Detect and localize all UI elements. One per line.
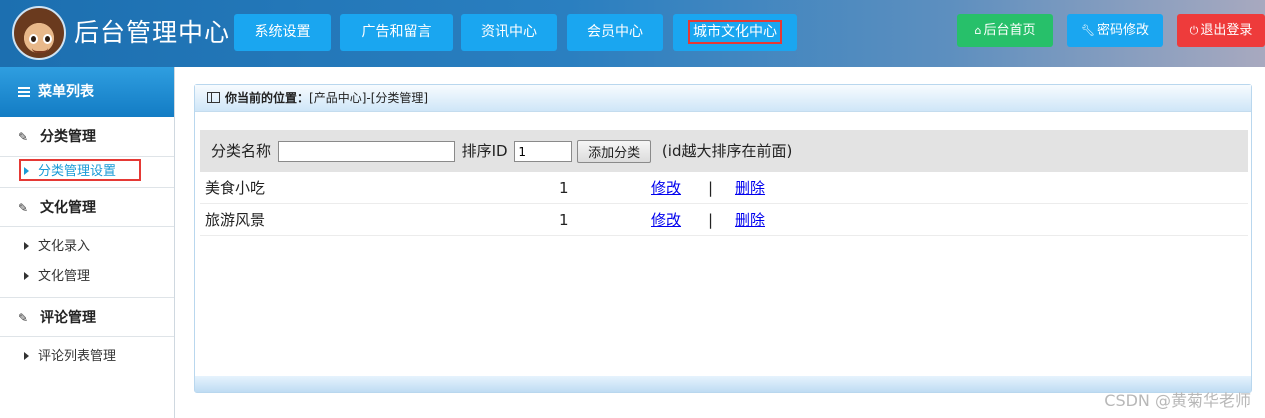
nav-city-culture-center[interactable]: 城市文化中心: [673, 14, 797, 51]
sidebar-item-label: 评论列表管理: [38, 349, 117, 364]
edit-icon: ✎: [18, 201, 29, 215]
sort-id-label: 排序ID: [461, 142, 508, 160]
sidebar-item-culture-entry[interactable]: 文化录入: [0, 232, 174, 262]
edit-link[interactable]: 修改: [651, 173, 681, 204]
category-name-cell: 旅游风景: [205, 211, 266, 229]
sort-hint: (id越大排序在前面): [661, 142, 793, 160]
wrench-icon: 🔧︎: [1081, 24, 1095, 37]
sidebar-group-label: 文化管理: [40, 200, 96, 216]
sidebar-group-comments[interactable]: ✎ 评论管理: [0, 297, 174, 337]
change-password-button[interactable]: 🔧︎ 密码修改: [1067, 14, 1163, 47]
nav-label: 资讯中心: [481, 24, 537, 40]
sidebar-item-label: 文化录入: [38, 239, 91, 254]
avatar: [12, 6, 66, 60]
sidebar-item-category-settings[interactable]: 分类管理设置: [0, 157, 174, 187]
app-title: 后台管理中心: [74, 18, 231, 47]
nav-label: 系统设置: [254, 24, 311, 40]
edit-icon: ✎: [18, 130, 29, 144]
home-icon: ⌂: [974, 24, 982, 37]
sidebar-heading: 菜单列表: [0, 67, 174, 117]
nav-member-center[interactable]: 会员中心: [567, 14, 663, 51]
window-icon: [207, 92, 220, 103]
nav-label: 会员中心: [587, 24, 643, 40]
home-button[interactable]: ⌂ 后台首页: [957, 14, 1053, 47]
category-name-input[interactable]: [277, 141, 455, 162]
list-icon: [18, 87, 30, 97]
top-header: 后台管理中心 系统设置 广告和留言 资讯中心 会员中心 城市文化中心 ⌂ 后台首页…: [0, 0, 1265, 67]
link-separator: |: [708, 211, 714, 229]
highlight-frame: [19, 159, 141, 181]
delete-link[interactable]: 删除: [735, 205, 765, 236]
sort-id-cell: 1: [559, 211, 569, 229]
sidebar-heading-label: 菜单列表: [38, 84, 94, 100]
logout-button-label: 退出登录: [1200, 23, 1253, 38]
breadcrumb-path: [产品中心]-[分类管理]: [309, 91, 429, 105]
sidebar-group-label: 评论管理: [40, 310, 96, 326]
sort-id-cell: 1: [559, 179, 569, 197]
add-category-button[interactable]: 添加分类: [577, 140, 652, 163]
password-button-label: 密码修改: [1096, 23, 1149, 38]
table-row: 旅游风景 1 修改 | 删除: [200, 205, 1248, 236]
nav-ads-messages[interactable]: 广告和留言: [340, 14, 453, 51]
panel-footer: [195, 376, 1251, 392]
edit-link[interactable]: 修改: [651, 205, 681, 236]
content-panel: 你当前的位置：[产品中心]-[分类管理] 分类名称 排序ID 添加分类 (id越…: [194, 84, 1252, 393]
breadcrumb-label: 你当前的位置：: [225, 91, 310, 105]
watermark: CSDN @黄菊华老师: [1104, 391, 1251, 410]
nav-label: 广告和留言: [361, 24, 432, 40]
sort-id-input[interactable]: [514, 141, 573, 162]
link-separator: |: [708, 179, 714, 197]
power-icon: ⏻: [1189, 24, 1199, 37]
sidebar-group-category[interactable]: ✎ 分类管理: [0, 117, 174, 157]
table-row: 美食小吃 1 修改 | 删除: [200, 173, 1248, 204]
breadcrumb: 你当前的位置：[产品中心]-[分类管理]: [195, 85, 1251, 112]
sidebar-item-culture-management[interactable]: 文化管理: [0, 262, 174, 292]
category-name-label: 分类名称: [211, 142, 272, 160]
sidebar: 菜单列表 ✎ 分类管理 分类管理设置 ✎ 文化管理 文化录入 文化管理 ✎ 评论管理 …: [0, 67, 175, 418]
nav-system-settings[interactable]: 系统设置: [234, 14, 331, 51]
logout-button[interactable]: ⏻ 退出登录: [1177, 14, 1265, 47]
delete-link[interactable]: 删除: [735, 173, 765, 204]
sidebar-group-culture[interactable]: ✎ 文化管理: [0, 187, 174, 227]
sidebar-item-label: 文化管理: [38, 269, 91, 284]
home-button-label: 后台首页: [983, 23, 1036, 38]
caret-right-icon: [24, 272, 29, 280]
add-category-form: 分类名称 排序ID 添加分类 (id越大排序在前面): [200, 130, 1248, 172]
sidebar-group-label: 分类管理: [40, 129, 96, 145]
caret-right-icon: [24, 242, 29, 250]
sidebar-item-comment-list[interactable]: 评论列表管理: [0, 342, 174, 372]
caret-right-icon: [24, 352, 29, 360]
nav-news-center[interactable]: 资讯中心: [461, 14, 557, 51]
nav-label: 城市文化中心: [688, 20, 782, 44]
edit-icon: ✎: [18, 311, 29, 325]
category-name-cell: 美食小吃: [205, 179, 266, 197]
